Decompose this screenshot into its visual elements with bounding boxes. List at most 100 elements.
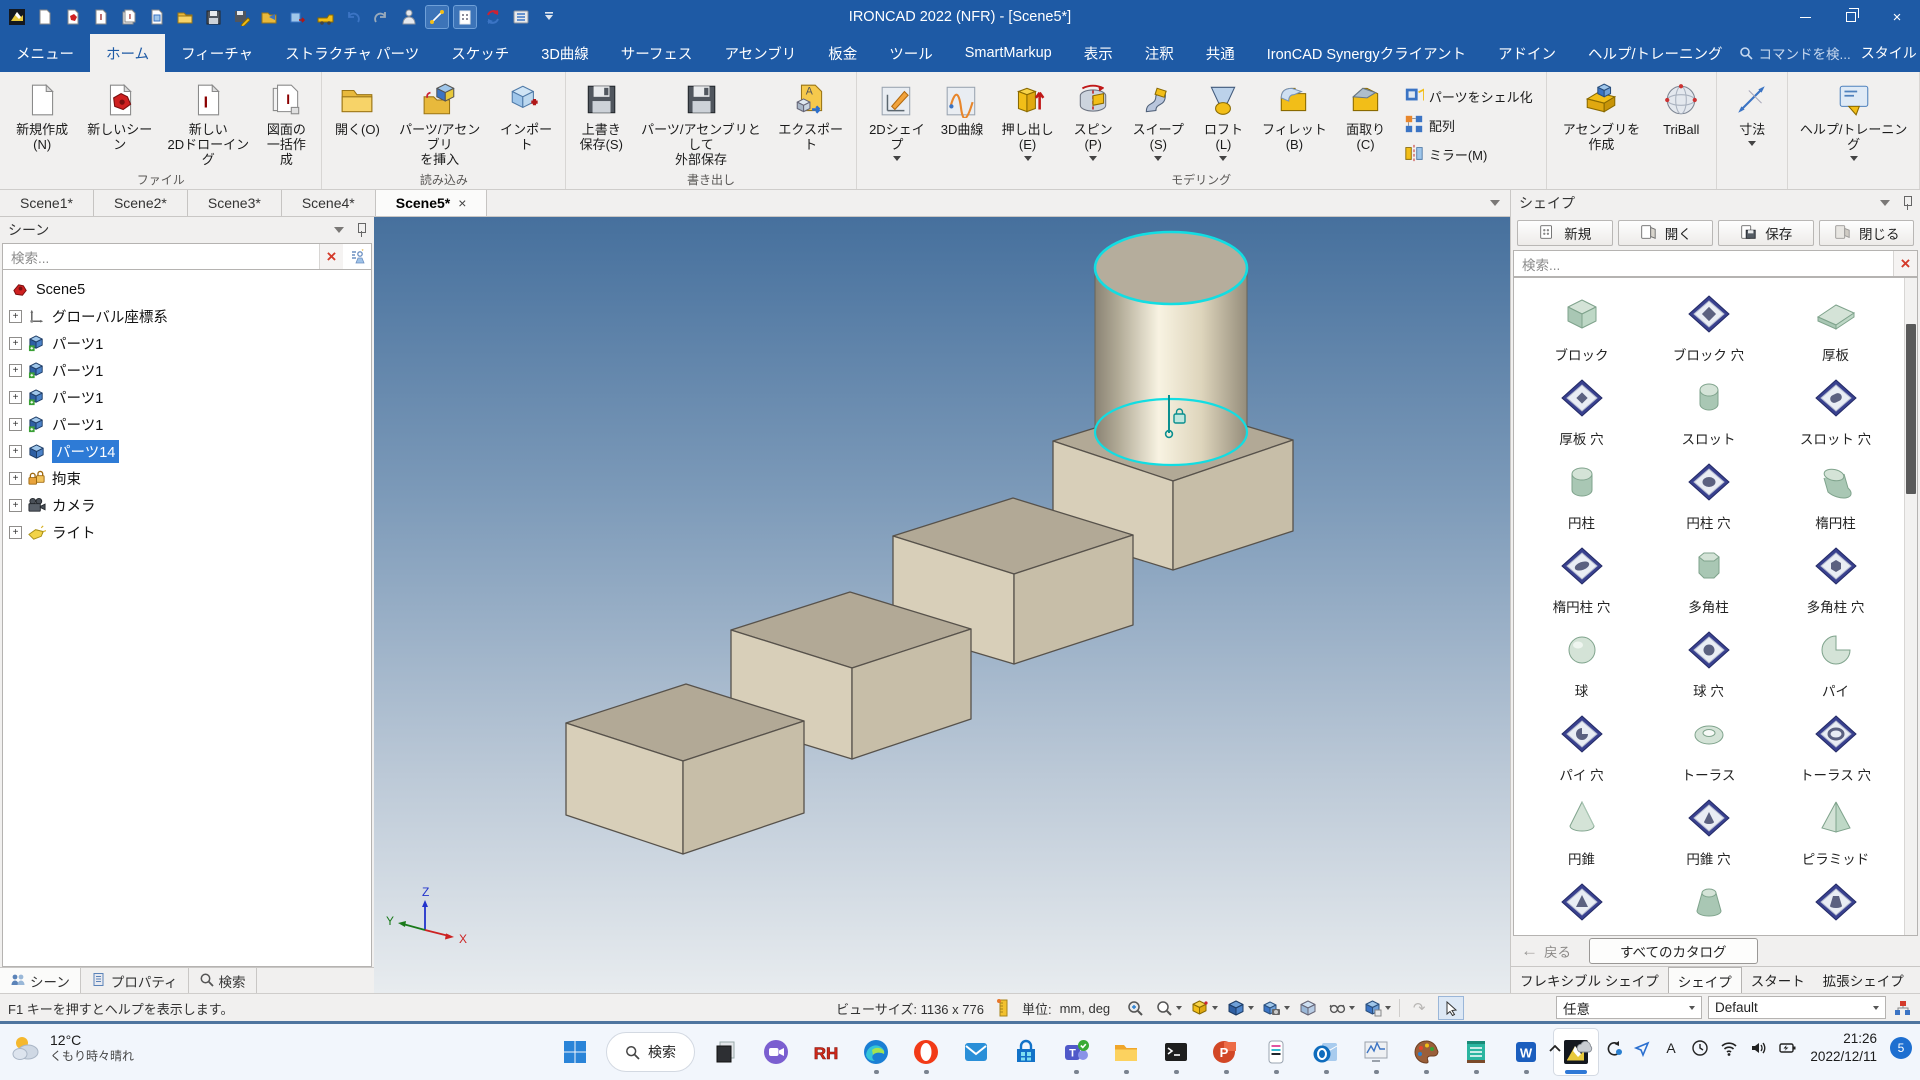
ribbon-button[interactable]: パーツ/アセンブリとして 外部保存 bbox=[631, 75, 770, 172]
shaded-cube-icon[interactable] bbox=[1189, 997, 1211, 1019]
tree-item[interactable]: +拘束 bbox=[3, 465, 371, 492]
catalog-close-button[interactable]: 閉じる bbox=[1819, 220, 1915, 246]
catalog-tab-3[interactable]: スタート bbox=[1742, 967, 1814, 993]
catalog-open-button[interactable]: 開く bbox=[1618, 220, 1714, 246]
save-edit-icon[interactable] bbox=[230, 6, 252, 28]
scene-tab-3[interactable]: Scene3* bbox=[188, 190, 282, 216]
package-icon[interactable] bbox=[314, 6, 336, 28]
close-button[interactable]: × bbox=[1874, 0, 1920, 34]
all-catalogs-button[interactable]: すべてのカタログ bbox=[1589, 938, 1758, 964]
catalog-save-button[interactable]: 保存 bbox=[1718, 220, 1814, 246]
pin-icon[interactable] bbox=[1902, 196, 1912, 210]
ribbon-button[interactable]: TriBall bbox=[1651, 75, 1711, 172]
menu-tab-2[interactable]: ホーム bbox=[90, 34, 165, 72]
new-scene-icon[interactable] bbox=[62, 6, 84, 28]
taskbar-chat-icon[interactable] bbox=[753, 1028, 799, 1076]
dropdown-caret-icon[interactable] bbox=[1176, 1006, 1182, 1010]
menu-tab-12[interactable]: 表示 bbox=[1068, 34, 1129, 72]
taskbar-opera-icon[interactable] bbox=[903, 1028, 949, 1076]
left-panel-tab-1[interactable]: シーン bbox=[0, 968, 81, 993]
catalog-item[interactable]: 円柱 bbox=[1518, 456, 1645, 540]
ribbon-button[interactable]: アセンブリを作成 bbox=[1552, 75, 1652, 172]
ribbon-button[interactable]: 新規作成(N) bbox=[5, 75, 79, 172]
view-cube-icon[interactable] bbox=[1225, 997, 1247, 1019]
tree-expander-icon[interactable]: + bbox=[9, 526, 22, 539]
taskbar-word-icon[interactable]: W bbox=[1503, 1028, 1549, 1076]
tree-expander-icon[interactable]: + bbox=[9, 445, 22, 458]
taskbar-paint-icon[interactable] bbox=[1403, 1028, 1449, 1076]
ribbon-button[interactable]: 新しいシーン bbox=[79, 75, 160, 172]
style-dropdown[interactable]: スタイル bbox=[1861, 43, 1920, 63]
clock-icon[interactable] bbox=[1690, 1038, 1710, 1058]
scene-tab-2[interactable]: Scene2* bbox=[94, 190, 188, 216]
ribbon-button[interactable]: フィレット(B) bbox=[1253, 75, 1335, 172]
catalog-item[interactable]: 円柱 穴 bbox=[1645, 456, 1772, 540]
zoom-mode-icon[interactable] bbox=[1153, 997, 1175, 1019]
catalog-item[interactable]: 厚板 bbox=[1772, 288, 1899, 372]
menu-tab-8[interactable]: アセンブリ bbox=[708, 34, 812, 72]
sync-icon[interactable] bbox=[1603, 1038, 1623, 1058]
catalog-item[interactable]: 多角柱 穴 bbox=[1772, 540, 1899, 624]
catalog-item[interactable]: 円錐 bbox=[1518, 792, 1645, 876]
taskbar-store-icon[interactable] bbox=[1003, 1028, 1049, 1076]
render-style-combo[interactable]: Default bbox=[1708, 996, 1886, 1019]
catalog-search-input[interactable]: 検索... × bbox=[1513, 250, 1918, 277]
taskbar-phone-icon[interactable] bbox=[1253, 1028, 1299, 1076]
cloud-icon[interactable] bbox=[1574, 1038, 1594, 1058]
catalog-item[interactable]: 楕円柱 穴 bbox=[1518, 540, 1645, 624]
taskbar-rh-icon[interactable]: RH bbox=[803, 1028, 849, 1076]
list-icon[interactable] bbox=[510, 6, 532, 28]
battery-icon[interactable] bbox=[1777, 1038, 1797, 1058]
ribbon-button[interactable]: 上書き 保存(S) bbox=[571, 75, 631, 172]
tree-item[interactable]: Scene5 bbox=[3, 276, 371, 303]
insert-part-icon[interactable] bbox=[286, 6, 308, 28]
tree-expander-icon[interactable]: + bbox=[9, 310, 22, 323]
ribbon-button[interactable]: 2Dシェイプ bbox=[862, 75, 932, 172]
ruler-icon[interactable] bbox=[992, 997, 1014, 1019]
catalog-item[interactable]: ブロック 穴 bbox=[1645, 288, 1772, 372]
new-drawing-icon[interactable]: I bbox=[90, 6, 112, 28]
taskbar-notes-icon[interactable] bbox=[1453, 1028, 1499, 1076]
catalog-item[interactable]: スロット 穴 bbox=[1772, 372, 1899, 456]
catalog-tab-2[interactable]: シェイプ bbox=[1668, 967, 1742, 993]
tree-item[interactable]: +カメラ bbox=[3, 492, 371, 519]
catalog-item[interactable]: 厚板 穴 bbox=[1518, 372, 1645, 456]
ribbon-button[interactable]: 押し出し(E) bbox=[992, 75, 1063, 172]
taskbar-search[interactable]: 検索 bbox=[606, 1032, 695, 1072]
menu-tab-3[interactable]: フィーチャ bbox=[165, 34, 269, 72]
dimension-tool-icon[interactable] bbox=[426, 6, 448, 28]
command-search[interactable]: コマンドを検... bbox=[1739, 43, 1851, 63]
cylinder-part-14[interactable] bbox=[1095, 232, 1247, 465]
restore-button[interactable] bbox=[1828, 0, 1874, 34]
ribbon-button[interactable]: I図面の 一括作成 bbox=[256, 75, 316, 172]
catalog-tab-5[interactable]: ツール bbox=[1913, 967, 1920, 993]
zoom-in-icon[interactable] bbox=[1124, 997, 1146, 1019]
mannequin-icon[interactable] bbox=[398, 6, 420, 28]
ribbon-button[interactable]: 3D曲線 bbox=[932, 75, 992, 172]
notification-badge[interactable]: 5 bbox=[1890, 1037, 1912, 1059]
ribbon-button[interactable]: パーツ/アセンブリ を挿入 bbox=[387, 75, 491, 172]
units-value[interactable]: mm, deg bbox=[1060, 1001, 1111, 1016]
catalog-item[interactable]: ピラミッド 穴 bbox=[1518, 876, 1645, 936]
tree-item[interactable]: +パーツ1 bbox=[3, 357, 371, 384]
catalog-item[interactable]: パイ bbox=[1772, 624, 1899, 708]
scene-search-input[interactable]: 検索... × * bbox=[2, 243, 372, 270]
open-icon[interactable] bbox=[174, 6, 196, 28]
ribbon-button[interactable]: I新しい 2Dドローイング bbox=[160, 75, 256, 172]
scene-props-icon[interactable] bbox=[1362, 997, 1384, 1019]
ribbon-button[interactable]: 面取り(C) bbox=[1335, 75, 1396, 172]
tab-close-icon[interactable]: × bbox=[458, 195, 466, 211]
menu-tab-10[interactable]: ツール bbox=[873, 34, 949, 72]
taskbar-monitor-icon[interactable] bbox=[1353, 1028, 1399, 1076]
taskbar-terminal-icon[interactable] bbox=[1153, 1028, 1199, 1076]
catalog-item[interactable]: ピラミッド bbox=[1772, 792, 1899, 876]
minimize-button[interactable] bbox=[1782, 0, 1828, 34]
catalog-item[interactable]: 球 穴 bbox=[1645, 624, 1772, 708]
catalog-item[interactable]: トーラス 穴 bbox=[1772, 708, 1899, 792]
ribbon-button[interactable]: ロフト(L) bbox=[1193, 75, 1253, 172]
export-icon[interactable] bbox=[258, 6, 280, 28]
taskbar-explorer-icon[interactable] bbox=[1103, 1028, 1149, 1076]
dropdown-caret-icon[interactable] bbox=[1385, 1006, 1391, 1010]
location-icon[interactable] bbox=[1632, 1038, 1652, 1058]
select-tool-icon[interactable] bbox=[1438, 996, 1464, 1020]
